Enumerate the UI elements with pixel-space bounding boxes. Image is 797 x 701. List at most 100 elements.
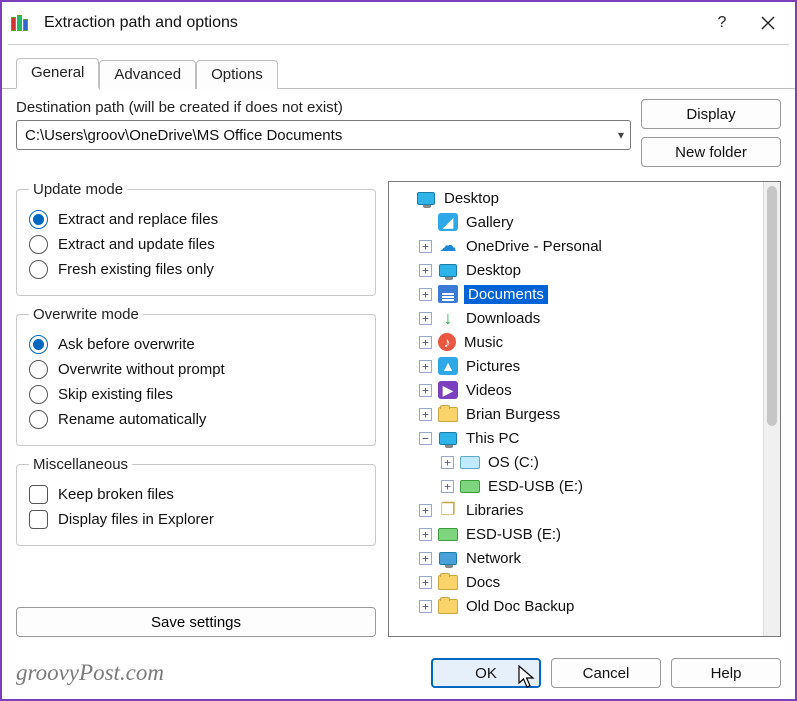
tree-item[interactable]: Desktop [391,186,761,210]
tree-scrollbar[interactable] [763,182,780,636]
expand-toggle-icon[interactable]: + [419,384,432,397]
tree-item-label: Music [462,333,505,352]
checkbox-icon [29,485,48,504]
radio-icon [29,360,48,379]
expand-toggle-icon[interactable]: − [419,432,432,445]
ok-button[interactable]: OK [431,658,541,688]
main-columns: Update mode Extract and replace files Ex… [16,181,781,637]
overwrite-mode-legend: Overwrite mode [29,306,143,323]
tree-item[interactable]: +▶Videos [391,378,761,402]
display-button[interactable]: Display [641,99,781,129]
tree-item-label: OneDrive - Personal [464,237,604,256]
misc-group: Miscellaneous Keep broken files Display … [16,456,376,546]
radio-icon [29,235,48,254]
tree-item-label: Downloads [464,309,542,328]
tree-item-label: Desktop [464,261,523,280]
tree-item[interactable]: +❐Libraries [391,498,761,522]
tab-advanced[interactable]: Advanced [99,60,196,89]
expand-toggle-icon[interactable]: + [441,456,454,469]
tree-item-label: ESD-USB (E:) [486,477,585,496]
check-display-explorer[interactable]: Display files in Explorer [29,510,363,529]
tree-item[interactable]: +↓Downloads [391,306,761,330]
radio-extract-replace[interactable]: Extract and replace files [29,210,363,229]
expand-toggle-icon[interactable]: + [419,552,432,565]
tree-item[interactable]: + Brian Burgess [391,402,761,426]
expand-toggle-icon[interactable]: + [419,360,432,373]
close-titlebar-button[interactable] [745,2,791,44]
tree-item[interactable]: + ESD-USB (E:) [391,522,761,546]
dialog-window: Extraction path and options ? General Ad… [0,0,797,701]
tree-item-label: Network [464,549,523,568]
tree-item[interactable]: ◢Gallery [391,210,761,234]
tree-item[interactable]: + Old Doc Backup [391,594,761,618]
tree-item-label: Desktop [442,189,501,208]
tree-item[interactable]: +Documents [391,282,761,306]
tree-item-label: Old Doc Backup [464,597,576,616]
tree-item-label: ESD-USB (E:) [464,525,563,544]
tree-item[interactable]: + Network [391,546,761,570]
expand-spacer [419,216,432,229]
tree-item[interactable]: +▲Pictures [391,354,761,378]
folder-tree-panel: Desktop◢Gallery+☁OneDrive - Personal+Des… [388,181,781,637]
tree-item[interactable]: − This PC [391,426,761,450]
radio-skip-existing[interactable]: Skip existing files [29,385,363,404]
help-titlebar-button[interactable]: ? [699,2,745,44]
dialog-footer: groovyPost.com OK Cancel Help [2,647,795,699]
destination-row: Destination path (will be created if doe… [16,99,781,167]
destination-path-combo[interactable]: C:\Users\groov\OneDrive\MS Office Docume… [16,120,631,150]
tree-item-label: Videos [464,381,514,400]
expand-toggle-icon[interactable]: + [419,408,432,421]
tree-item-label: Pictures [464,357,522,376]
radio-rename-auto[interactable]: Rename automatically [29,410,363,429]
save-settings-button[interactable]: Save settings [16,607,376,637]
radio-icon [29,385,48,404]
tree-item[interactable]: + ESD-USB (E:) [391,474,761,498]
expand-toggle-icon[interactable]: + [419,528,432,541]
radio-icon [29,210,48,229]
tab-general[interactable]: General [16,58,99,89]
tree-item-label: Libraries [464,501,526,520]
expand-toggle-icon[interactable]: + [419,240,432,253]
folder-tree[interactable]: Desktop◢Gallery+☁OneDrive - Personal+Des… [389,182,763,636]
titlebar: Extraction path and options ? [2,2,795,44]
radio-ask-overwrite[interactable]: Ask before overwrite [29,335,363,354]
new-folder-button[interactable]: New folder [641,137,781,167]
tree-item[interactable]: +☁OneDrive - Personal [391,234,761,258]
tree-item-label: Brian Burgess [464,405,562,424]
radio-overwrite-no-prompt[interactable]: Overwrite without prompt [29,360,363,379]
expand-toggle-icon[interactable]: + [419,600,432,613]
chevron-down-icon: ▾ [618,128,624,142]
radio-icon [29,260,48,279]
tree-item[interactable]: +OS (C:) [391,450,761,474]
help-button[interactable]: Help [671,658,781,688]
window-title: Extraction path and options [44,14,699,32]
tree-item-label: Gallery [464,213,516,232]
close-icon [761,16,775,30]
tree-item[interactable]: + Desktop [391,258,761,282]
destination-label: Destination path (will be created if doe… [16,99,631,116]
tree-item-label: This PC [464,429,521,448]
cancel-button[interactable]: Cancel [551,658,661,688]
expand-toggle-icon[interactable]: + [441,480,454,493]
expand-toggle-icon[interactable]: + [419,288,432,301]
overwrite-mode-group: Overwrite mode Ask before overwrite Over… [16,306,376,446]
checkbox-icon [29,510,48,529]
check-keep-broken[interactable]: Keep broken files [29,485,363,504]
expand-toggle-icon[interactable]: + [419,312,432,325]
update-mode-group: Update mode Extract and replace files Ex… [16,181,376,296]
expand-toggle-icon[interactable]: + [419,504,432,517]
expand-toggle-icon[interactable]: + [419,336,432,349]
watermark-text: groovyPost.com [16,660,421,686]
update-mode-legend: Update mode [29,181,127,198]
tree-item[interactable]: +Docs [391,570,761,594]
radio-icon [29,410,48,429]
radio-extract-update[interactable]: Extract and update files [29,235,363,254]
scrollbar-thumb[interactable] [767,186,777,426]
tab-options[interactable]: Options [196,60,278,89]
dialog-body: Destination path (will be created if doe… [2,89,795,647]
radio-fresh-existing[interactable]: Fresh existing files only [29,260,363,279]
expand-toggle-icon[interactable]: + [419,576,432,589]
tree-item[interactable]: +♪Music [391,330,761,354]
expand-toggle-icon[interactable]: + [419,264,432,277]
misc-legend: Miscellaneous [29,456,132,473]
